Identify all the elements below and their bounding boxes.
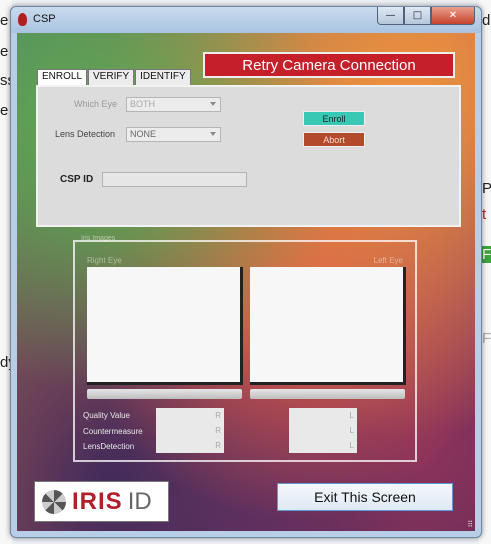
enroll-button[interactable]: Enroll [303,111,365,126]
logo-iris-text: IRIS [72,487,123,515]
bg-fragment: t [482,206,487,223]
tab-bar: ENROLL VERIFY IDENTIFY [37,69,192,86]
which-eye-value: BOTH [130,99,156,109]
lens-detection-select[interactable]: NONE [126,127,221,142]
which-eye-label: Which Eye [74,99,118,109]
client-area: Retry Camera Connection ENROLL VERIFY ID… [17,33,475,531]
window-controls: — □ ✕ [377,7,475,25]
lens-detection-value: NONE [130,129,157,139]
lens-detection-left-value: L [289,438,357,453]
tab-enroll[interactable]: ENROLL [37,69,88,86]
csp-id-input[interactable] [102,172,247,187]
logo-id-text: ID [127,487,152,515]
lens-detection-stat-label: LensDetection [83,442,135,451]
tab-identify[interactable]: IDENTIFY [135,69,191,86]
iris-id-logo: IRIS ID [34,481,169,522]
iris-images-legend: Iris Images [81,235,116,242]
maximize-button[interactable]: □ [404,7,431,25]
retry-camera-button[interactable]: Retry Camera Connection [203,52,455,78]
left-eye-progress [250,389,405,399]
lens-detection-right-value: R [156,438,224,453]
countermeasure-left-value: L [289,423,357,438]
left-eye-label: Left Eye [373,256,403,265]
countermeasure-label: Countermeasure [83,427,143,436]
app-icon [18,13,27,26]
bg-fragment: d [482,12,491,29]
minimize-button[interactable]: — [377,7,404,25]
bg-fragment: Pa [482,180,491,197]
bg-fragment: e [0,43,9,60]
countermeasure-right-value: R [156,423,224,438]
iris-images-panel: Iris Images Right Eye Left Eye Quality V… [73,235,417,462]
csp-id-label: CSP ID [60,174,94,185]
iris-logo-icon [42,489,66,514]
bg-fragment: F [482,246,491,263]
chevron-down-icon [210,102,216,106]
quality-right-value: R [156,408,224,423]
close-button[interactable]: ✕ [431,7,475,25]
resize-grip-icon[interactable]: ⠿ [467,520,473,529]
right-eye-label: Right Eye [87,256,122,265]
enroll-panel: Which Eye BOTH Lens Detection NONE Enrol… [36,85,461,227]
left-eye-image [250,267,406,385]
which-eye-select[interactable]: BOTH [126,97,221,112]
bg-fragment: F [482,330,491,347]
window-title: CSP [33,13,56,25]
bg-fragment: e [0,102,9,119]
chevron-down-icon [210,132,216,136]
bg-fragment: e [0,12,9,29]
right-eye-image [87,267,243,385]
quality-value-label: Quality Value [83,411,130,420]
abort-button[interactable]: Abort [303,132,365,147]
title-bar[interactable]: CSP — □ ✕ [11,7,481,33]
csp-window: CSP — □ ✕ Retry Camera Connection ENROLL… [10,6,482,538]
right-eye-progress [87,389,242,399]
lens-detection-label: Lens Detection [55,129,116,139]
exit-screen-button[interactable]: Exit This Screen [277,483,453,511]
tab-verify[interactable]: VERIFY [88,69,135,86]
quality-left-value: L [289,408,357,423]
